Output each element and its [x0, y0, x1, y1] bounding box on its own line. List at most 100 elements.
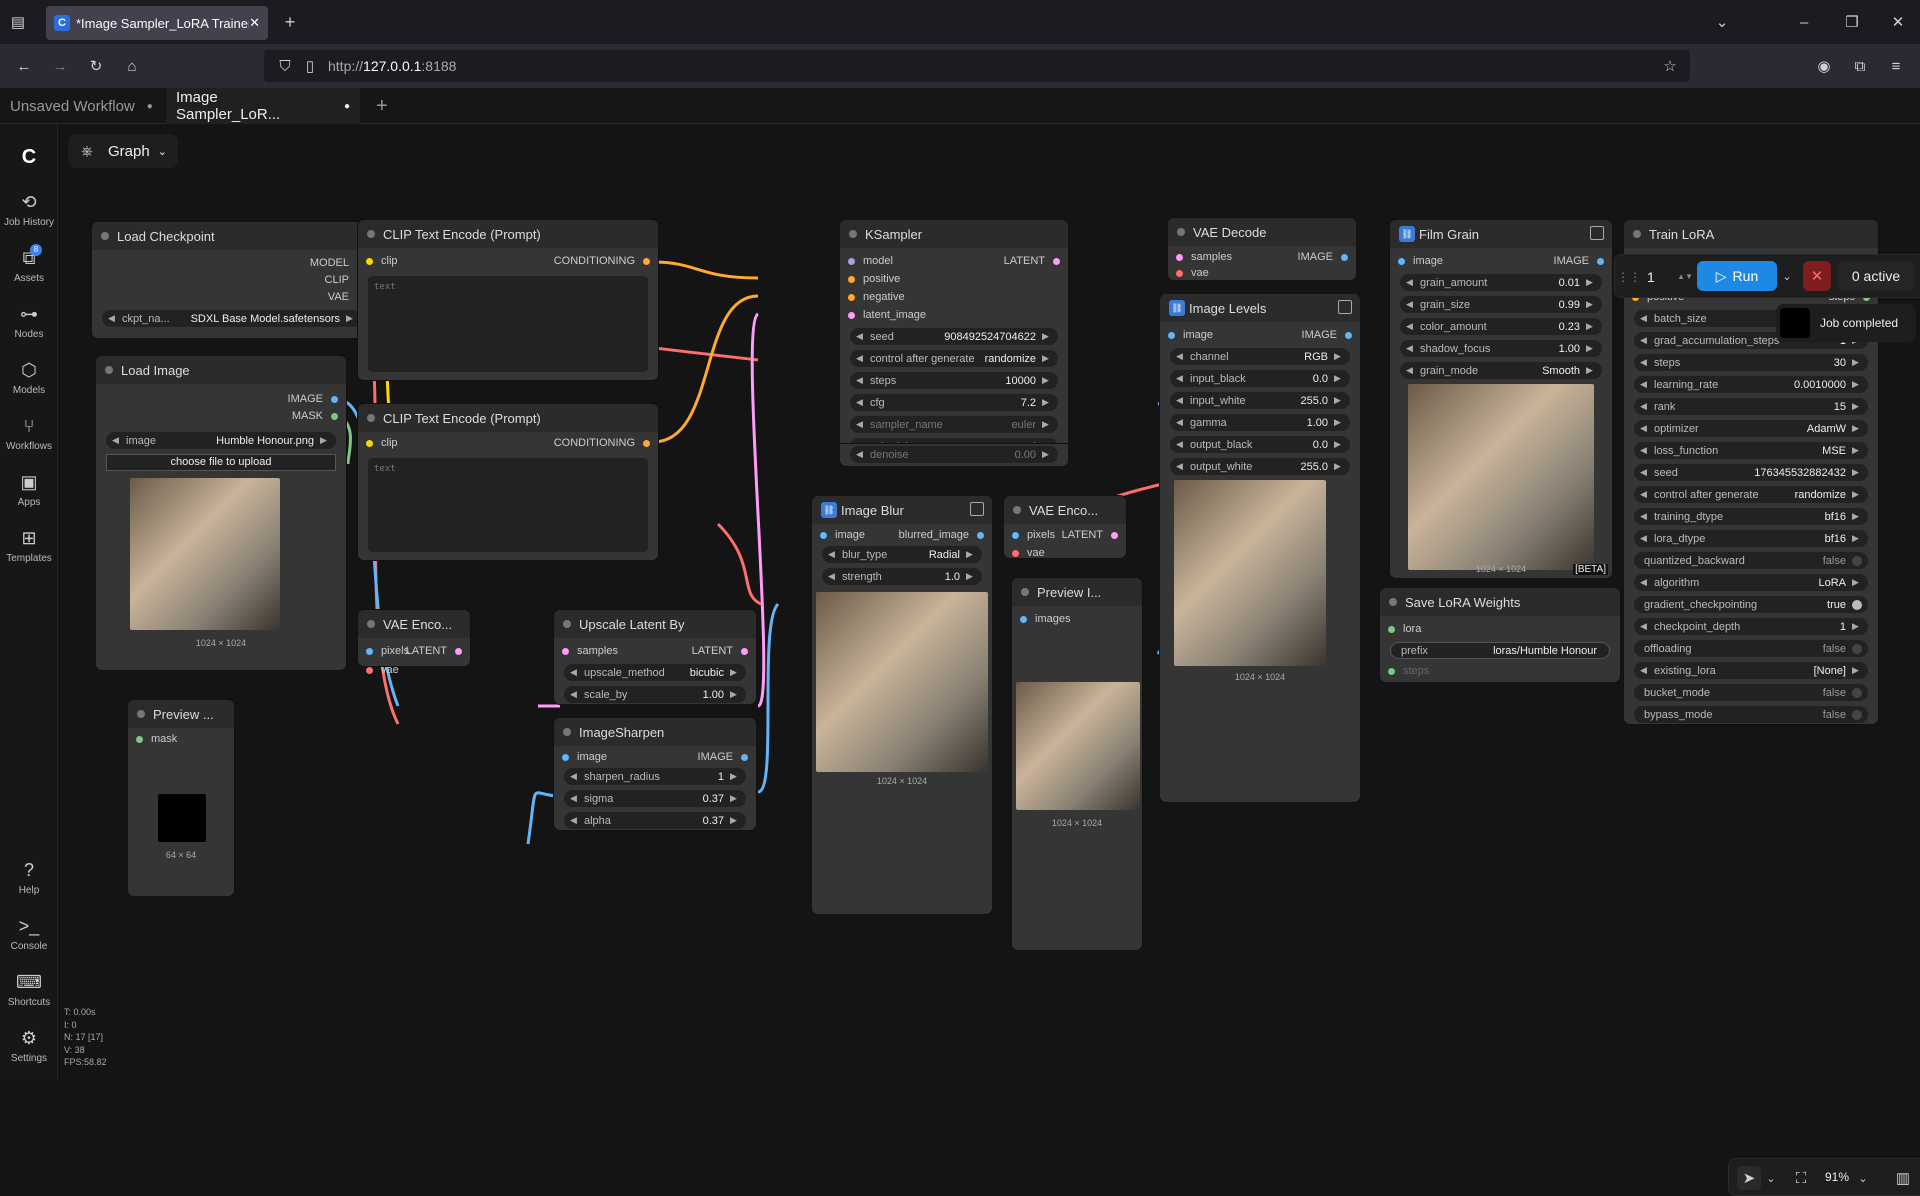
- slot-point[interactable]: [1345, 331, 1352, 339]
- widget-output-white[interactable]: ◀ output_white 255.0 ▶: [1170, 458, 1350, 475]
- slot-point[interactable]: [741, 753, 748, 761]
- chevron-down-icon[interactable]: ⌄: [1763, 1168, 1779, 1188]
- widget-control-after-generate[interactable]: ◀ control after generate randomize ▶: [850, 350, 1058, 367]
- input-slot-latent-image[interactable]: latent_image: [848, 306, 926, 324]
- node-header[interactable]: VAE Enco...: [358, 610, 470, 638]
- decrement-icon[interactable]: ◀: [1640, 577, 1650, 588]
- input-slot-clip[interactable]: clip: [366, 434, 398, 452]
- decrement-icon[interactable]: ◀: [1640, 357, 1650, 368]
- widget-seed[interactable]: ◀ seed 908492524704622 ▶: [850, 328, 1058, 345]
- output-slot-latent[interactable]: LATENT: [1062, 526, 1118, 544]
- decrement-icon[interactable]: ◀: [1640, 401, 1650, 412]
- sidebar-item-models[interactable]: ⬡ Models: [0, 360, 58, 396]
- input-slot-image[interactable]: image: [1168, 326, 1213, 344]
- toggle-switch[interactable]: [1852, 555, 1862, 566]
- run-button[interactable]: ▷ Run: [1697, 261, 1777, 291]
- sidebar-item-workflows[interactable]: ⑂ Workflows: [0, 416, 58, 452]
- slot-point[interactable]: [848, 257, 855, 265]
- node-header[interactable]: ⛓ Image Blur: [812, 496, 992, 524]
- input-slot-clip[interactable]: clip: [366, 252, 398, 270]
- node-vae-encode-2[interactable]: VAE Enco... pixels vae LATENT: [1004, 496, 1126, 559]
- input-slot-image[interactable]: image: [562, 748, 607, 766]
- widget-train-lora-row[interactable]: ◀ algorithm LoRA ▶: [1634, 574, 1868, 591]
- decrement-icon[interactable]: ◀: [1640, 445, 1650, 456]
- widget-color-amount[interactable]: ◀ color_amount 0.23 ▶: [1400, 318, 1602, 335]
- graph-menu-button[interactable]: ⎈ Graph ⌄: [68, 134, 178, 168]
- node-vae-decode[interactable]: VAE Decode samples vae IMAGE: [1168, 218, 1356, 280]
- sidebar-item-apps[interactable]: ▣ Apps: [0, 472, 58, 508]
- slot-point[interactable]: [643, 439, 650, 447]
- node-header[interactable]: ⛓ Image Levels: [1160, 294, 1360, 322]
- widget-channel[interactable]: ◀ channel RGB ▶: [1170, 348, 1350, 365]
- sidebar-item-shortcuts[interactable]: ⌨ Shortcuts: [0, 972, 58, 1008]
- expand-icon[interactable]: [1590, 226, 1604, 240]
- widget-input-black[interactable]: ◀ input_black 0.0 ▶: [1170, 370, 1350, 387]
- upload-button[interactable]: choose file to upload: [106, 454, 336, 471]
- increment-icon[interactable]: ▶: [1852, 533, 1862, 544]
- select-mode-icon[interactable]: ➤: [1737, 1166, 1761, 1190]
- slot-point[interactable]: [1012, 531, 1019, 539]
- node-save-lora-weights[interactable]: Save LoRA Weights lora prefix loras/Humbl…: [1380, 588, 1620, 682]
- widget-cfg[interactable]: ◀ cfg 7.2 ▶: [850, 394, 1058, 411]
- decrement-icon[interactable]: ◀: [1640, 489, 1650, 500]
- input-slot-negative[interactable]: negative: [848, 288, 905, 306]
- output-slot-blurred-image[interactable]: blurred_image: [899, 526, 984, 544]
- widget-alpha[interactable]: ◀ alpha 0.37 ▶: [564, 812, 746, 829]
- slot-point[interactable]: [1012, 549, 1019, 557]
- increment-icon[interactable]: ▶: [1852, 423, 1862, 434]
- widget-train-lora-row[interactable]: ◀ training_dtype bf16 ▶: [1634, 508, 1868, 525]
- slot-point[interactable]: [366, 666, 373, 674]
- node-clip-text-encode-negative[interactable]: CLIP Text Encode (Prompt) clip CONDITION…: [358, 404, 658, 560]
- node-header[interactable]: ImageSharpen: [554, 718, 756, 746]
- input-slot-samples[interactable]: samples: [562, 642, 618, 660]
- increment-icon[interactable]: ▶: [1852, 357, 1862, 368]
- slot-point[interactable]: [1176, 253, 1183, 261]
- tab-list-icon[interactable]: ▤: [8, 12, 28, 32]
- slot-point[interactable]: [366, 439, 373, 447]
- widget-train-lora-row[interactable]: ◀ lora_dtype bf16 ▶: [1634, 530, 1868, 547]
- widget-train-lora-row[interactable]: quantized_backward false: [1634, 552, 1868, 569]
- widget-train-lora-row[interactable]: ◀ rank 15 ▶: [1634, 398, 1868, 415]
- node-header[interactable]: Load Checkpoint: [92, 222, 372, 250]
- slot-point[interactable]: [455, 647, 462, 655]
- output-slot-image[interactable]: IMAGE: [698, 748, 748, 766]
- output-slot-mask[interactable]: MASK: [292, 407, 338, 425]
- decrement-icon[interactable]: ◀: [1640, 621, 1650, 632]
- bookmark-star-icon[interactable]: ☆: [1660, 57, 1680, 75]
- new-tab-icon[interactable]: +: [280, 12, 300, 32]
- decrement-icon[interactable]: ◀: [1640, 313, 1650, 324]
- increment-icon[interactable]: ▶: [1852, 489, 1862, 500]
- node-header[interactable]: Preview I...: [1012, 578, 1142, 606]
- slot-point[interactable]: [1341, 253, 1348, 261]
- output-slot-latent[interactable]: LATENT: [692, 642, 748, 660]
- increment-icon[interactable]: ▶: [1852, 577, 1862, 588]
- input-slot-images[interactable]: images: [1020, 610, 1070, 628]
- increment-icon[interactable]: ▶: [1852, 511, 1862, 522]
- slot-point[interactable]: [1168, 331, 1175, 339]
- output-slot-image[interactable]: IMAGE: [1554, 252, 1604, 270]
- decrement-icon[interactable]: ◀: [1640, 511, 1650, 522]
- increment-icon[interactable]: ▶: [1852, 467, 1862, 478]
- node-upscale-latent-by[interactable]: Upscale Latent By samples LATENT ◀ upscal…: [554, 610, 756, 704]
- chevron-down-icon[interactable]: ⌄: [1712, 12, 1732, 32]
- widget-input-white[interactable]: ◀ input_white 255.0 ▶: [1170, 392, 1350, 409]
- slot-point[interactable]: [1053, 257, 1060, 265]
- node-preview-mask[interactable]: Preview ... mask 64 × 64: [128, 700, 234, 896]
- sidebar-item-job-history[interactable]: ⟲ Job History: [0, 192, 58, 228]
- job-status-toast[interactable]: Job completed: [1776, 304, 1916, 342]
- widget-sigma[interactable]: ◀ sigma 0.37 ▶: [564, 790, 746, 807]
- zoom-level[interactable]: 91%: [1825, 1170, 1849, 1184]
- slot-point[interactable]: [741, 647, 748, 655]
- back-icon[interactable]: ←: [14, 56, 34, 76]
- slot-point[interactable]: [366, 647, 373, 655]
- account-icon[interactable]: ◉: [1814, 56, 1834, 76]
- slot-point[interactable]: [366, 257, 373, 265]
- toggle-switch[interactable]: [1852, 643, 1862, 654]
- slot-point[interactable]: [562, 647, 569, 655]
- decrement-icon[interactable]: ◀: [1640, 533, 1650, 544]
- node-header[interactable]: CLIP Text Encode (Prompt): [358, 404, 658, 432]
- restore-icon[interactable]: ❐: [1842, 12, 1862, 32]
- slot-point[interactable]: [1398, 257, 1405, 265]
- sidebar-item-settings[interactable]: ⚙ Settings: [0, 1028, 58, 1064]
- slot-point[interactable]: [643, 257, 650, 265]
